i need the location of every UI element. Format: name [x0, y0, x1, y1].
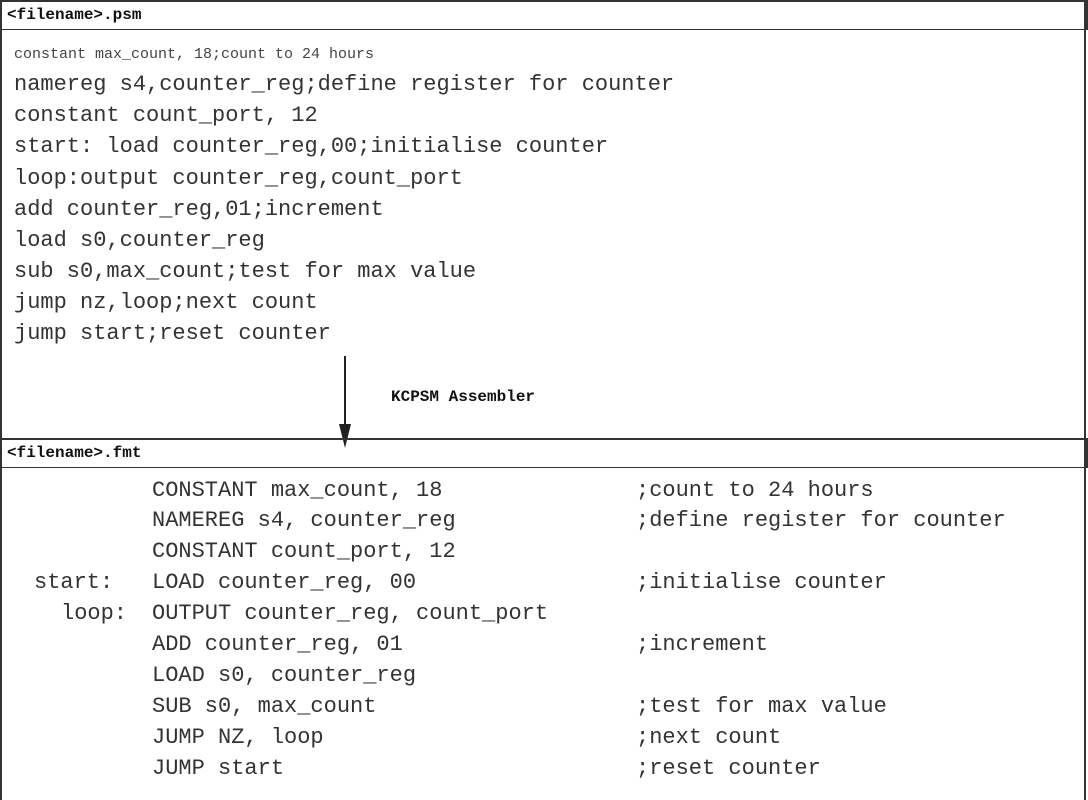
fmt-comment: ;test for max value	[636, 694, 887, 719]
psm-code-line: loop:output counter_reg,count_port	[14, 166, 463, 191]
fmt-file-header: <filename>.fmt	[0, 438, 1088, 468]
fmt-instruction: NAMEREG s4, counter_reg	[152, 508, 456, 533]
fmt-instruction: LOAD s0, counter_reg	[152, 663, 417, 688]
psm-file-header: <filename>.psm	[0, 0, 1088, 30]
psm-code-line: namereg s4,counter_reg;define register f…	[14, 72, 675, 97]
fmt-label: loop:	[61, 601, 128, 626]
psm-code-line: sub s0,max_count;test for max value	[14, 259, 477, 284]
psm-code-line: add counter_reg,01;increment	[14, 197, 384, 222]
fmt-comment: ;reset counter	[636, 756, 821, 781]
fmt-comment: ;increment	[636, 632, 769, 657]
psm-code-line: constant count_port, 12	[14, 103, 318, 128]
fmt-comment: ;next count	[636, 725, 782, 750]
fmt-instruction: LOAD counter_reg, 00	[152, 570, 417, 595]
fmt-comment: ;initialise counter	[636, 570, 887, 595]
psm-code-line: load s0,counter_reg	[14, 228, 265, 253]
fmt-filename-label: <filename>.fmt	[7, 444, 142, 462]
fmt-instruction: ADD counter_reg, 01	[152, 632, 403, 657]
psm-code-line: start: load counter_reg,00;initialise co…	[14, 134, 609, 159]
down-arrow-icon	[339, 356, 351, 448]
fmt-instruction: CONSTANT max_count, 18	[152, 478, 443, 503]
fmt-label: start:	[34, 570, 114, 595]
psm-code-line: jump nz,loop;next count	[14, 290, 318, 315]
psm-code-line: constant max_count, 18;count to 24 hours	[14, 46, 375, 63]
fmt-comment: ;define register for counter	[636, 508, 1006, 533]
fmt-instruction: JUMP start	[152, 756, 285, 781]
fmt-instruction: JUMP NZ, loop	[152, 725, 324, 750]
psm-filename-label: <filename>.psm	[7, 6, 142, 24]
fmt-instruction: OUTPUT counter_reg, count_port	[152, 601, 549, 626]
fmt-instruction: CONSTANT count_port, 12	[152, 539, 456, 564]
fmt-instruction: SUB s0, max_count	[152, 694, 377, 719]
psm-code-line: jump start;reset counter	[14, 321, 331, 346]
fmt-comment: ;count to 24 hours	[636, 478, 874, 503]
assembler-label: KCPSM Assembler	[391, 388, 536, 406]
